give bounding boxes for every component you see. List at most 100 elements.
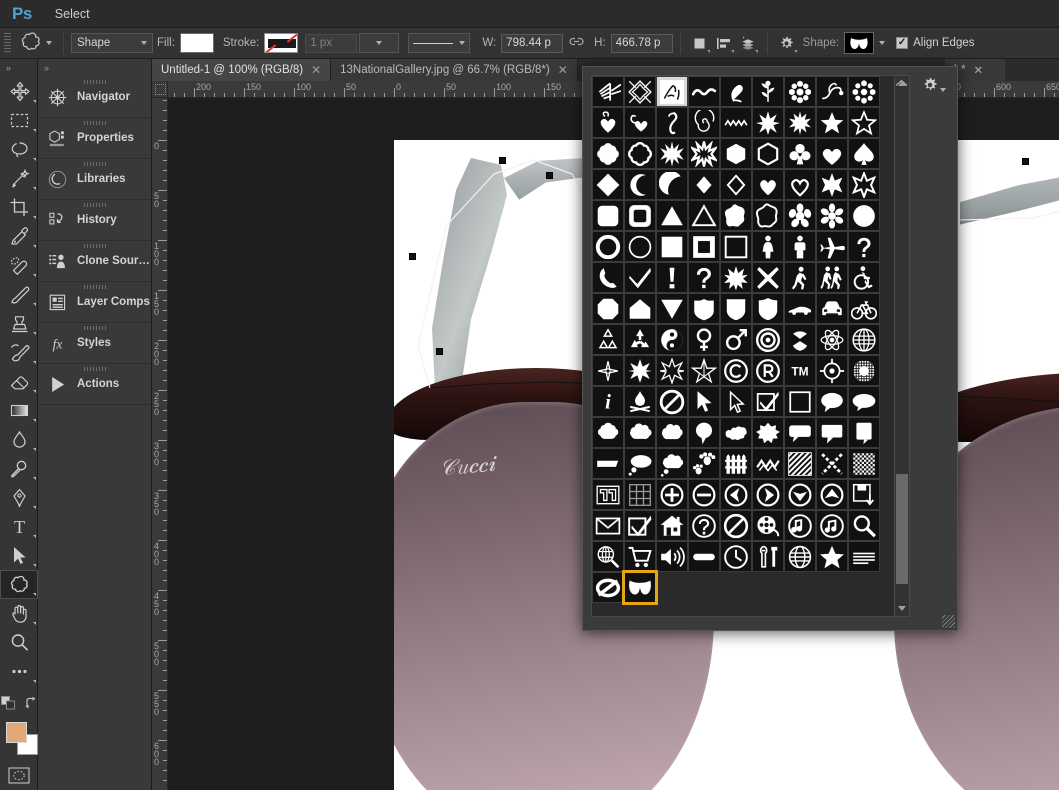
path-anchor-point[interactable] bbox=[546, 172, 553, 179]
shape-cell-square-solid[interactable] bbox=[656, 231, 688, 262]
shape-cell-infinity-e-shape[interactable] bbox=[592, 572, 624, 603]
shape-cell-checkbox-checked[interactable] bbox=[752, 386, 784, 417]
document-tab-2[interactable]: 13NationalGallery.jpg @ 66.7% (RGB/8*) ✕ bbox=[331, 59, 578, 81]
shape-cell-star-5-solid[interactable] bbox=[816, 107, 848, 138]
swap-colors-icon[interactable] bbox=[24, 696, 37, 714]
chain-link-icon[interactable] bbox=[569, 36, 584, 50]
shape-cell-recycle-solid[interactable] bbox=[624, 324, 656, 355]
shape-cell-hexagon-solid[interactable] bbox=[720, 138, 752, 169]
shape-cell-save-disk[interactable] bbox=[848, 479, 880, 510]
shape-cell-shield-badge[interactable] bbox=[720, 293, 752, 324]
shape-cell-speech-bubble-wavy[interactable] bbox=[720, 417, 752, 448]
shape-cell-star-8-solid[interactable] bbox=[816, 169, 848, 200]
shape-cell-airplane[interactable] bbox=[816, 231, 848, 262]
shape-cell-starburst-sharp[interactable] bbox=[624, 355, 656, 386]
ruler-origin-corner[interactable] bbox=[152, 81, 168, 98]
shape-cell-ornament-floral-1[interactable] bbox=[624, 76, 656, 107]
shape-cell-checkmark[interactable] bbox=[624, 262, 656, 293]
shape-cell-speech-bubble-cloud-3[interactable] bbox=[656, 417, 688, 448]
shape-cell-no-entry[interactable] bbox=[656, 386, 688, 417]
panel-tab-navigator[interactable]: Navigator bbox=[38, 77, 151, 118]
panel-tab-actions[interactable]: Actions bbox=[38, 364, 151, 405]
crop-tool[interactable] bbox=[0, 193, 38, 222]
shape-cell-sun-burst-solid[interactable] bbox=[656, 138, 688, 169]
shape-cell-ornament-leaf-tile[interactable] bbox=[656, 76, 688, 107]
clone-stamp-tool[interactable] bbox=[0, 309, 38, 338]
panel-drag-grip[interactable] bbox=[83, 121, 106, 125]
panel-drag-grip[interactable] bbox=[83, 244, 106, 248]
shape-cell-ornament-swirl[interactable] bbox=[688, 76, 720, 107]
path-anchor-point[interactable] bbox=[436, 348, 443, 355]
shape-cell-crescent-moon-thick[interactable] bbox=[656, 169, 688, 200]
shape-picker-dropdown-arrow[interactable] bbox=[874, 33, 890, 53]
path-alignment-button[interactable] bbox=[712, 32, 736, 54]
shape-cell-sun-burst-ring[interactable] bbox=[688, 138, 720, 169]
shape-grid-scroll-container[interactable]: TM i bbox=[591, 75, 904, 617]
shape-cell-people-two[interactable] bbox=[816, 262, 848, 293]
shape-cell-ornament-fan[interactable] bbox=[592, 76, 624, 107]
shape-cell-tools-wrench-hammer[interactable] bbox=[752, 541, 784, 572]
shape-cell-heart-solid[interactable] bbox=[752, 169, 784, 200]
vertical-ruler[interactable]: 050100150200250300350400450500550600650 bbox=[152, 98, 168, 790]
shape-cell-circle-arrow-left[interactable] bbox=[720, 479, 752, 510]
panel-tab-layer-comps[interactable]: Layer Comps bbox=[38, 282, 151, 323]
path-anchor-point[interactable] bbox=[499, 157, 506, 164]
shape-cell-swirl-curl[interactable] bbox=[656, 107, 688, 138]
shape-cell-mars-symbol[interactable] bbox=[720, 324, 752, 355]
shape-cell-square-outline[interactable] bbox=[720, 231, 752, 262]
quick-selection-tool[interactable] bbox=[0, 164, 38, 193]
shape-cell-checker-dots[interactable] bbox=[848, 448, 880, 479]
shape-cell-crosshair-target[interactable] bbox=[816, 355, 848, 386]
shape-cell-star-nautical[interactable] bbox=[688, 355, 720, 386]
shape-cell-speech-bubble-cloud-1[interactable] bbox=[592, 417, 624, 448]
shape-cell-circle-ring-thin[interactable] bbox=[624, 231, 656, 262]
shape-cell-blob-star-outline[interactable] bbox=[752, 200, 784, 231]
spot-healing-brush-tool[interactable] bbox=[0, 251, 38, 280]
panel-tab-styles[interactable]: fx Styles bbox=[38, 323, 151, 364]
shape-cell-compass-rose[interactable] bbox=[592, 355, 624, 386]
panel-drag-grip[interactable] bbox=[83, 80, 106, 84]
lasso-tool[interactable] bbox=[0, 135, 38, 164]
shape-cell-rounded-square-frame[interactable] bbox=[624, 200, 656, 231]
rectangular-marquee-tool[interactable] bbox=[0, 106, 38, 135]
shape-cell-star-5-outline[interactable] bbox=[848, 107, 880, 138]
shape-cell-greek-key[interactable] bbox=[592, 479, 624, 510]
panel-drag-grip[interactable] bbox=[83, 367, 106, 371]
shape-cell-star-8-outline[interactable] bbox=[848, 169, 880, 200]
shape-cell-recycle-outline[interactable] bbox=[592, 324, 624, 355]
shape-cell-person-male[interactable] bbox=[784, 231, 816, 262]
shape-cell-thought-bubble-oval[interactable] bbox=[624, 448, 656, 479]
shape-cell-envelope[interactable] bbox=[592, 510, 624, 541]
stroke-width-input[interactable]: 1 px bbox=[305, 33, 358, 53]
shape-cell-asterisk-6[interactable] bbox=[816, 200, 848, 231]
shape-cell-heart-outline[interactable] bbox=[784, 169, 816, 200]
tool-preset-picker[interactable] bbox=[16, 29, 56, 58]
shape-cell-globe-grid[interactable] bbox=[848, 324, 880, 355]
shape-cell-shopping-cart[interactable] bbox=[624, 541, 656, 572]
shape-cell-shield-plain[interactable] bbox=[752, 293, 784, 324]
shape-cell-square-empty-frame[interactable] bbox=[784, 386, 816, 417]
shape-cell-arrow-cursor-outline[interactable] bbox=[720, 386, 752, 417]
shape-cell-speaker-sound[interactable] bbox=[656, 541, 688, 572]
shape-cell-flower-bud[interactable] bbox=[720, 76, 752, 107]
panel-drag-grip[interactable] bbox=[83, 285, 106, 289]
shape-cell-film-reel[interactable] bbox=[752, 510, 784, 541]
move-tool[interactable] bbox=[0, 77, 38, 106]
stroke-style-dropdown[interactable] bbox=[408, 33, 471, 53]
shape-cell-x-pattern[interactable] bbox=[816, 448, 848, 479]
custom-shape-picker-popup[interactable]: TM i bbox=[582, 66, 958, 631]
document-tab-1[interactable]: Untitled-1 @ 100% (RGB/8) ✕ bbox=[152, 59, 332, 81]
shape-grid-scrollbar[interactable] bbox=[894, 75, 910, 617]
shape-cell-picket-fence[interactable] bbox=[720, 448, 752, 479]
shape-cell-rounded-bar[interactable] bbox=[688, 541, 720, 572]
shape-cell-spade[interactable] bbox=[848, 138, 880, 169]
default-colors-icon[interactable] bbox=[0, 695, 16, 715]
shape-cell-wheelchair[interactable] bbox=[848, 262, 880, 293]
shape-cell-question-mark[interactable] bbox=[688, 262, 720, 293]
shape-cell-blob-splat[interactable] bbox=[720, 200, 752, 231]
shape-cell-starburst-explosion[interactable] bbox=[720, 262, 752, 293]
edit-toolbar-button[interactable] bbox=[0, 657, 38, 686]
shape-cell-paw-prints[interactable] bbox=[688, 448, 720, 479]
shape-cell-exclamation[interactable] bbox=[656, 262, 688, 293]
shape-cell-wave-pattern[interactable] bbox=[752, 448, 784, 479]
